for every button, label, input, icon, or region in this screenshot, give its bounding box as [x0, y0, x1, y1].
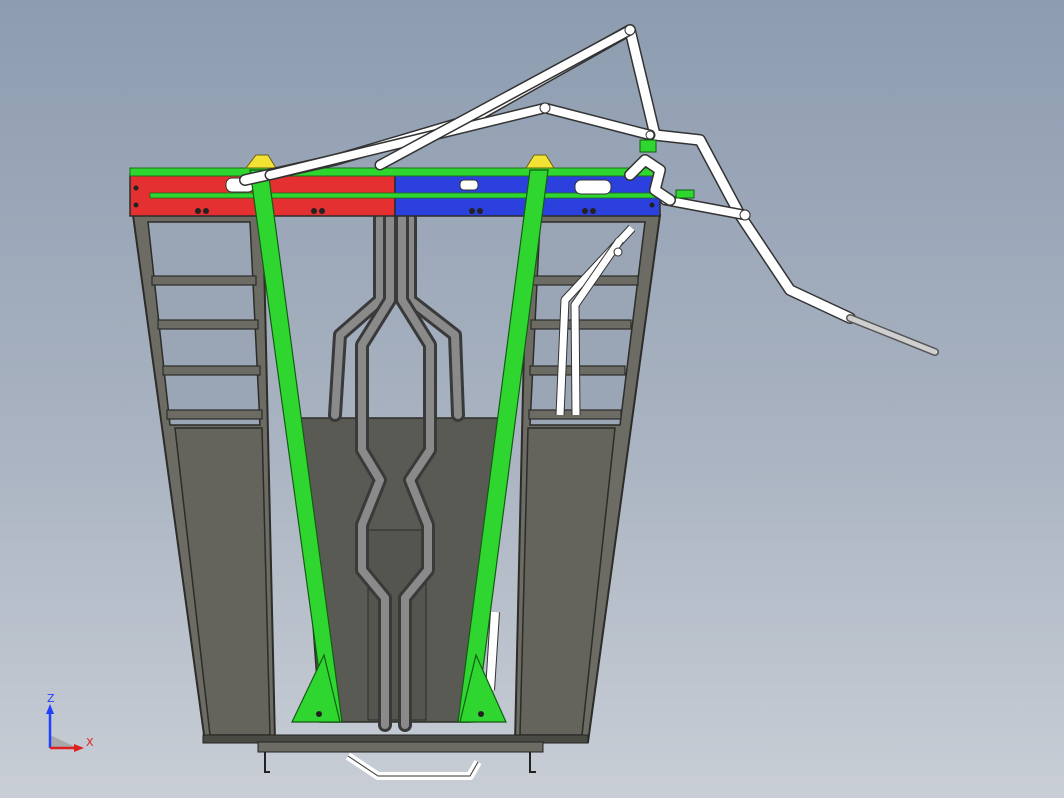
bottom-white-link: [345, 752, 482, 780]
base-rail: [257, 741, 544, 753]
rear-panel-lower-block: [367, 529, 427, 721]
z-axis-arrow: [46, 704, 54, 714]
axis-triad[interactable]: Z X: [30, 690, 100, 760]
x-axis-arrow: [74, 744, 84, 752]
cad-viewport[interactable]: Z X: [0, 0, 1064, 798]
z-axis-label: Z: [47, 692, 55, 705]
x-axis-label: X: [86, 736, 94, 749]
base-foot-right: [529, 752, 536, 773]
base-foot-left: [264, 752, 270, 773]
top-beam-cap: [129, 167, 661, 177]
triad-plane: [50, 735, 78, 748]
cattle-chute-model[interactable]: [0, 0, 1064, 798]
